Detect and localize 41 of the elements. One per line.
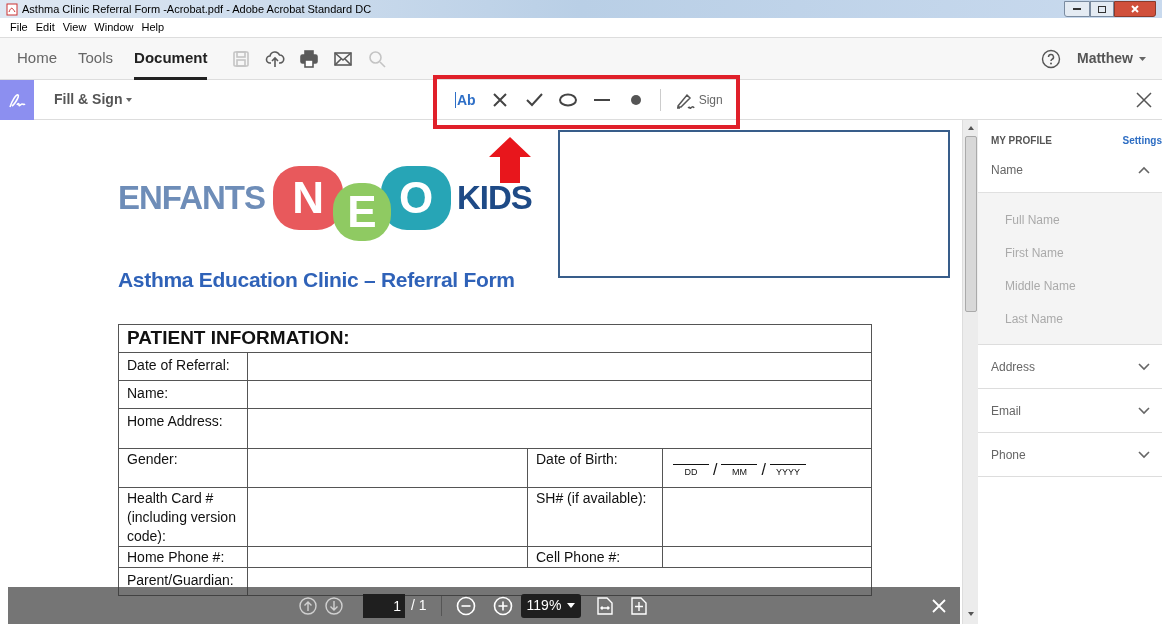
row-label: Gender: <box>118 448 248 487</box>
window-title: Asthma Clinic Referral Form -Acrobat.pdf - Adobe Acrobat Standard DC <box>22 1 372 17</box>
row-label: SH# (if available): <box>527 487 663 546</box>
row-label: Cell Phone #: <box>527 546 663 567</box>
row-label: Home Phone #: <box>118 546 248 567</box>
menu-item[interactable]: Window <box>94 19 134 36</box>
date-part-field[interactable]: DD <box>673 450 709 479</box>
page-number-field[interactable]: 1 <box>363 593 405 618</box>
section-header[interactable]: Name <box>991 161 1023 179</box>
date-part-field[interactable]: MM <box>721 450 758 479</box>
section-header[interactable]: Phone <box>991 445 1026 464</box>
clinic-logo: ENFANTS N E O KIDS <box>118 158 962 238</box>
date-part-field[interactable]: YYYY <box>769 450 806 479</box>
section-header[interactable]: Email <box>991 401 1021 420</box>
nav-tab[interactable]: Tools <box>78 37 114 80</box>
menu-item[interactable]: File <box>10 19 28 36</box>
form-heading: Asthma Education Clinic – Referral Form <box>118 267 516 293</box>
section-header[interactable]: Address <box>991 357 1036 376</box>
zoom-dropdown[interactable]: 119% <box>520 593 582 618</box>
date-separator: / <box>761 460 766 479</box>
user-menu-button[interactable]: Matthew <box>1077 48 1146 69</box>
row-label: Date of Referral: <box>118 352 248 380</box>
panel-title: MY PROFILE <box>991 134 1052 148</box>
menu-item[interactable]: Help <box>141 19 165 36</box>
page-total: / 1 <box>411 596 427 615</box>
date-separator: / <box>713 460 718 479</box>
date-part-label: YYYY <box>775 465 800 479</box>
fill-sign-menu[interactable]: Fill & Sign <box>54 89 133 110</box>
section-title: PATIENT INFORMATION: <box>118 324 872 352</box>
date-part-label: MM <box>731 465 747 479</box>
row-label: Name: <box>118 380 248 408</box>
settings-link[interactable]: Settings <box>1122 133 1162 148</box>
row-label: Health Card # (including version code): <box>118 487 248 546</box>
date-part-label: DD <box>684 465 698 479</box>
text-tool-button[interactable]: Ab <box>455 89 476 111</box>
row-label: Home Address: <box>118 408 248 448</box>
nav-tab[interactable]: Home <box>17 37 57 80</box>
menu-item[interactable]: Edit <box>35 19 55 36</box>
row-label: Date of Birth: <box>527 448 663 487</box>
sign-button[interactable]: Sign <box>674 91 723 109</box>
menu-item[interactable]: View <box>62 19 87 36</box>
